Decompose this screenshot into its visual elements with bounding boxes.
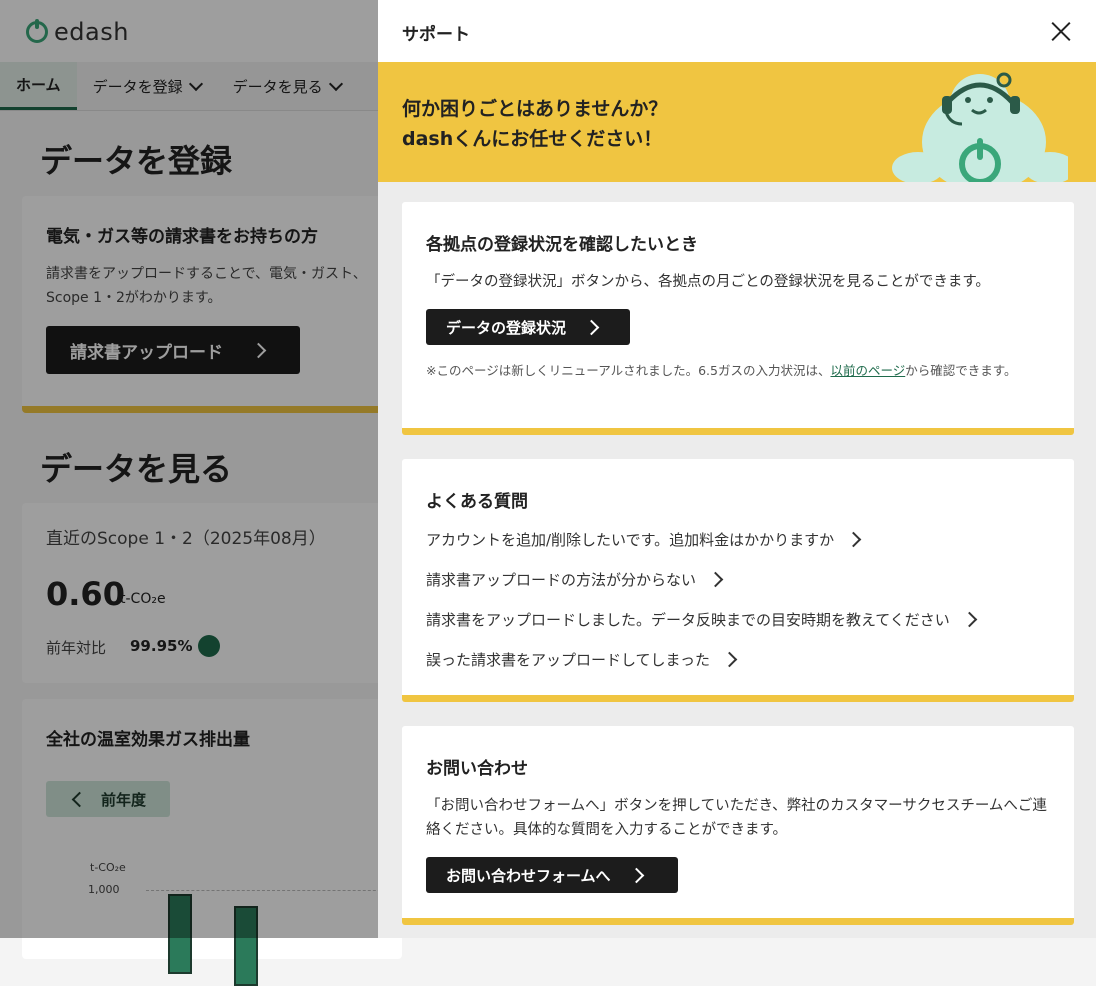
- chevron-right-icon: [721, 651, 738, 668]
- contact-form-label: お問い合わせフォームへ: [446, 866, 611, 885]
- previous-page-link[interactable]: 以前のページ: [830, 363, 905, 378]
- dash-mascot-illustration: [892, 72, 1068, 182]
- faq-item-upload-method[interactable]: 請求書アップロードの方法が分からない: [426, 569, 724, 590]
- close-icon[interactable]: [1050, 20, 1072, 42]
- status-card-text: 「データの登録状況」ボタンから、各拠点の月ごとの登録状況を見ることができます。: [426, 274, 990, 290]
- contact-title: お問い合わせ: [426, 759, 528, 779]
- faq-title: よくある質問: [426, 492, 528, 512]
- banner-line-1: 何か困りごとはありませんか？: [402, 98, 668, 120]
- faq-item-account[interactable]: アカウントを追加/削除したいです。追加料金はかかりますか: [426, 529, 862, 550]
- faq-card: よくある質問 アカウントを追加/削除したいです。追加料金はかかりますか 請求書ア…: [402, 459, 1074, 702]
- registration-status-button[interactable]: データの登録状況: [426, 309, 630, 345]
- support-banner: 何か困りごとはありませんか？ dashくんにお任せください！: [378, 62, 1096, 182]
- faq-item-wrong-upload[interactable]: 誤った請求書をアップロードしてしまった: [426, 649, 738, 670]
- faq-item-label: アカウントを追加/削除したいです。追加料金はかかりますか: [426, 531, 835, 549]
- faq-item-label: 請求書アップロードの方法が分からない: [426, 571, 697, 589]
- chevron-right-icon: [707, 571, 724, 588]
- registration-status-card: 各拠点の登録状況を確認したいとき 「データの登録状況」ボタンから、各拠点の月ごと…: [402, 202, 1074, 435]
- status-note-after: から確認できます。: [905, 363, 1017, 378]
- faq-item-label: 請求書をアップロードしました。データ反映までの目安時期を教えてください: [426, 611, 950, 629]
- chevron-right-icon: [845, 531, 862, 548]
- chevron-right-icon: [583, 319, 600, 335]
- contact-form-button[interactable]: お問い合わせフォームへ: [426, 857, 678, 893]
- contact-text: 「お問い合わせフォームへ」ボタンを押していただき、弊社のカスタマーサクセスチーム…: [426, 798, 1047, 838]
- chevron-right-icon: [628, 867, 644, 883]
- faq-item-label: 誤った請求書をアップロードしてしまった: [426, 651, 710, 669]
- registration-status-label: データの登録状況: [446, 318, 567, 337]
- support-panel-title: サポート: [402, 25, 470, 45]
- status-card-title: 各拠点の登録状況を確認したいとき: [426, 235, 698, 255]
- banner-line-2: dashくんにお任せください！: [402, 128, 663, 150]
- chevron-right-icon: [961, 611, 978, 628]
- support-panel-header: サポート: [378, 0, 1096, 62]
- status-note: ※このページは新しくリニューアルされました。6.5ガスの入力状況は、以前のページ…: [426, 361, 1054, 381]
- banner-text: 何か困りごとはありませんか？ dashくんにお任せください！: [402, 94, 667, 154]
- faq-item-reflection-time[interactable]: 請求書をアップロードしました。データ反映までの目安時期を教えてください: [426, 609, 978, 630]
- status-note-before: ※このページは新しくリニューアルされました。6.5ガスの入力状況は、: [426, 363, 831, 378]
- support-panel: サポート 何か困りごとはありませんか？ dashくんにお任せください！ 各拠点の…: [378, 0, 1096, 938]
- contact-card: お問い合わせ 「お問い合わせフォームへ」ボタンを押していただき、弊社のカスタマー…: [402, 726, 1074, 925]
